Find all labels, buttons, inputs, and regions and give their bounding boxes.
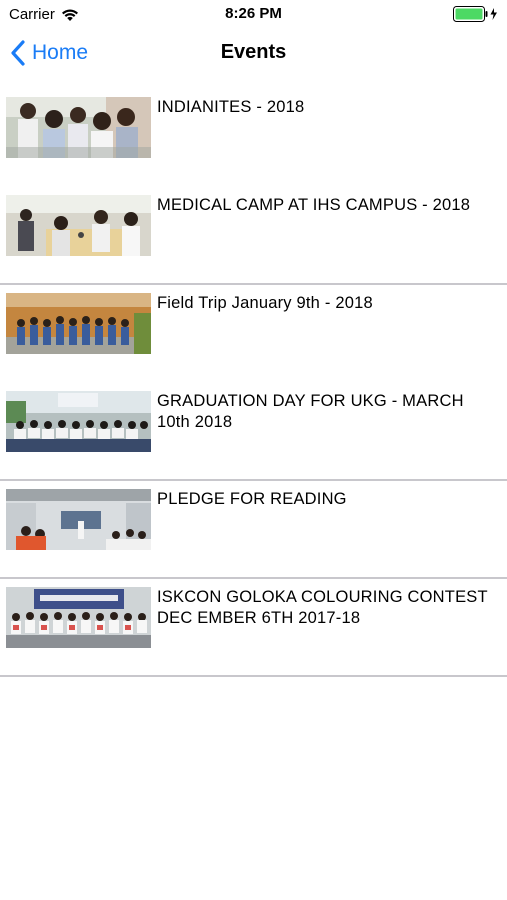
pledge-reading-photo xyxy=(6,489,151,550)
event-title: MEDICAL CAMP AT IHS CAMPUS - 2018 xyxy=(157,196,471,214)
event-title: PLEDGE FOR READING xyxy=(157,490,347,508)
status-bar: Carrier 8:26 PM xyxy=(0,0,507,28)
graduation-photo xyxy=(6,391,151,452)
event-title: ISKCON GOLOKA COLOURING CONTEST DEC EMBE… xyxy=(157,588,488,627)
medical-camp-photo xyxy=(6,195,151,256)
events-list: INDIANITES - 2018 MEDICAL CAMP AT IHS CA… xyxy=(0,89,507,677)
event-title: Field Trip January 9th - 2018 xyxy=(157,294,373,312)
field-trip-photo xyxy=(6,293,151,354)
navigation-bar: Home Events xyxy=(0,28,507,78)
event-row[interactable]: INDIANITES - 2018 xyxy=(0,89,507,187)
event-row[interactable]: MEDICAL CAMP AT IHS CAMPUS - 2018 xyxy=(0,187,507,285)
page-title: Events xyxy=(220,41,287,63)
children-group-photo xyxy=(6,97,151,158)
event-row[interactable]: GRADUATION DAY FOR UKG - MARCH 10th 2018 xyxy=(0,383,507,481)
battery-icon xyxy=(453,6,499,22)
row-divider xyxy=(0,675,507,677)
event-row[interactable]: Field Trip January 9th - 2018 xyxy=(0,285,507,383)
event-row[interactable]: ISKCON GOLOKA COLOURING CONTEST DEC EMBE… xyxy=(0,579,507,677)
event-row[interactable]: PLEDGE FOR READING xyxy=(0,481,507,579)
event-title: GRADUATION DAY FOR UKG - MARCH 10th 2018 xyxy=(157,392,464,431)
status-time: 8:26 PM xyxy=(225,5,282,22)
colouring-contest-photo xyxy=(6,587,151,648)
event-title: INDIANITES - 2018 xyxy=(157,98,305,116)
